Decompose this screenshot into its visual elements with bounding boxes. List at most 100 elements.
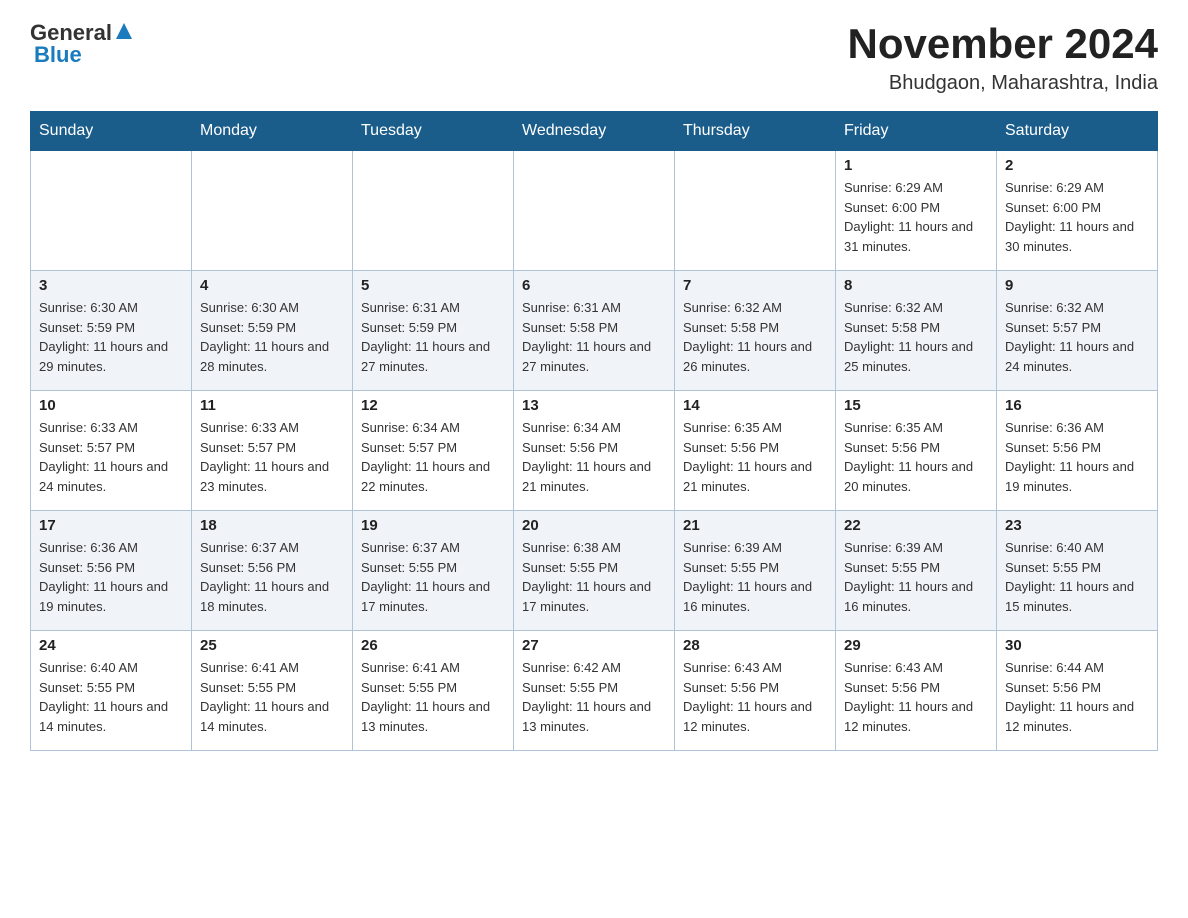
day-info: Sunrise: 6:32 AMSunset: 5:57 PMDaylight:… bbox=[1005, 298, 1149, 376]
day-number: 8 bbox=[844, 277, 988, 294]
day-number: 26 bbox=[361, 637, 505, 654]
location: Bhudgaon, Maharashtra, India bbox=[847, 72, 1158, 95]
calendar-cell: 1 Sunrise: 6:29 AMSunset: 6:00 PMDaylight… bbox=[836, 151, 997, 271]
calendar-cell: 20 Sunrise: 6:38 AMSunset: 5:55 PMDayligh… bbox=[514, 511, 675, 631]
calendar-cell: 16 Sunrise: 6:36 AMSunset: 5:56 PMDayligh… bbox=[997, 391, 1158, 511]
day-info: Sunrise: 6:30 AMSunset: 5:59 PMDaylight:… bbox=[200, 298, 344, 376]
page-header: General Blue November 2024 Bhudgaon, Mah… bbox=[30, 20, 1158, 95]
day-number: 2 bbox=[1005, 157, 1149, 174]
calendar-cell: 23Sunrise: 6:40 AMSunset: 5:55 PMDayligh… bbox=[997, 511, 1158, 631]
day-number: 5 bbox=[361, 277, 505, 294]
day-number: 20 bbox=[522, 517, 666, 534]
calendar-cell: 9 Sunrise: 6:32 AMSunset: 5:57 PMDaylight… bbox=[997, 271, 1158, 391]
calendar-table: SundayMondayTuesdayWednesdayThursdayFrid… bbox=[30, 111, 1158, 751]
day-number: 9 bbox=[1005, 277, 1149, 294]
calendar-cell: 19 Sunrise: 6:37 AMSunset: 5:55 PMDayligh… bbox=[353, 511, 514, 631]
day-info: Sunrise: 6:31 AMSunset: 5:58 PMDaylight:… bbox=[522, 298, 666, 376]
day-info: Sunrise: 6:36 AMSunset: 5:56 PMDaylight:… bbox=[1005, 418, 1149, 496]
day-number: 25 bbox=[200, 637, 344, 654]
calendar-cell: 11Sunrise: 6:33 AMSunset: 5:57 PMDayligh… bbox=[192, 391, 353, 511]
day-number: 23 bbox=[1005, 517, 1149, 534]
calendar-cell: 27Sunrise: 6:42 AMSunset: 5:55 PMDayligh… bbox=[514, 631, 675, 751]
day-info: Sunrise: 6:29 AMSunset: 6:00 PMDaylight:… bbox=[1005, 178, 1149, 256]
calendar-cell: 21 Sunrise: 6:39 AMSunset: 5:55 PMDayligh… bbox=[675, 511, 836, 631]
day-info: Sunrise: 6:40 AMSunset: 5:55 PMDaylight:… bbox=[39, 658, 183, 736]
calendar-cell: 25 Sunrise: 6:41 AMSunset: 5:55 PMDayligh… bbox=[192, 631, 353, 751]
calendar-cell: 5 Sunrise: 6:31 AMSunset: 5:59 PMDaylight… bbox=[353, 271, 514, 391]
day-info: Sunrise: 6:35 AMSunset: 5:56 PMDaylight:… bbox=[683, 418, 827, 496]
day-number: 16 bbox=[1005, 397, 1149, 414]
month-title: November 2024 bbox=[847, 20, 1158, 68]
calendar-cell: 13 Sunrise: 6:34 AMSunset: 5:56 PMDayligh… bbox=[514, 391, 675, 511]
calendar-cell: 6Sunrise: 6:31 AMSunset: 5:58 PMDaylight… bbox=[514, 271, 675, 391]
day-info: Sunrise: 6:43 AMSunset: 5:56 PMDaylight:… bbox=[844, 658, 988, 736]
day-info: Sunrise: 6:34 AMSunset: 5:57 PMDaylight:… bbox=[361, 418, 505, 496]
day-info: Sunrise: 6:43 AMSunset: 5:56 PMDaylight:… bbox=[683, 658, 827, 736]
calendar-cell: 26Sunrise: 6:41 AMSunset: 5:55 PMDayligh… bbox=[353, 631, 514, 751]
day-info: Sunrise: 6:41 AMSunset: 5:55 PMDaylight:… bbox=[200, 658, 344, 736]
day-number: 14 bbox=[683, 397, 827, 414]
calendar-cell bbox=[192, 151, 353, 271]
day-info: Sunrise: 6:34 AMSunset: 5:56 PMDaylight:… bbox=[522, 418, 666, 496]
weekday-header-saturday: Saturday bbox=[997, 112, 1158, 151]
day-number: 1 bbox=[844, 157, 988, 174]
day-info: Sunrise: 6:38 AMSunset: 5:55 PMDaylight:… bbox=[522, 538, 666, 616]
calendar-cell: 10 Sunrise: 6:33 AMSunset: 5:57 PMDayligh… bbox=[31, 391, 192, 511]
weekday-header-thursday: Thursday bbox=[675, 112, 836, 151]
calendar-cell: 17 Sunrise: 6:36 AMSunset: 5:56 PMDayligh… bbox=[31, 511, 192, 631]
day-number: 28 bbox=[683, 637, 827, 654]
day-number: 17 bbox=[39, 517, 183, 534]
day-number: 19 bbox=[361, 517, 505, 534]
weekday-header-friday: Friday bbox=[836, 112, 997, 151]
day-number: 7 bbox=[683, 277, 827, 294]
day-number: 29 bbox=[844, 637, 988, 654]
day-number: 30 bbox=[1005, 637, 1149, 654]
day-number: 27 bbox=[522, 637, 666, 654]
title-section: November 2024 Bhudgaon, Maharashtra, Ind… bbox=[847, 20, 1158, 95]
day-info: Sunrise: 6:36 AMSunset: 5:56 PMDaylight:… bbox=[39, 538, 183, 616]
day-number: 18 bbox=[200, 517, 344, 534]
calendar-cell: 4 Sunrise: 6:30 AMSunset: 5:59 PMDaylight… bbox=[192, 271, 353, 391]
calendar-cell bbox=[353, 151, 514, 271]
week-row-3: 10 Sunrise: 6:33 AMSunset: 5:57 PMDayligh… bbox=[31, 391, 1158, 511]
day-info: Sunrise: 6:30 AMSunset: 5:59 PMDaylight:… bbox=[39, 298, 183, 376]
week-row-5: 24Sunrise: 6:40 AMSunset: 5:55 PMDayligh… bbox=[31, 631, 1158, 751]
week-row-1: 1 Sunrise: 6:29 AMSunset: 6:00 PMDaylight… bbox=[31, 151, 1158, 271]
calendar-cell: 8 Sunrise: 6:32 AMSunset: 5:58 PMDaylight… bbox=[836, 271, 997, 391]
day-info: Sunrise: 6:33 AMSunset: 5:57 PMDaylight:… bbox=[39, 418, 183, 496]
weekday-header-wednesday: Wednesday bbox=[514, 112, 675, 151]
day-number: 15 bbox=[844, 397, 988, 414]
logo: General Blue bbox=[30, 20, 134, 68]
calendar-cell: 30Sunrise: 6:44 AMSunset: 5:56 PMDayligh… bbox=[997, 631, 1158, 751]
day-number: 22 bbox=[844, 517, 988, 534]
day-info: Sunrise: 6:39 AMSunset: 5:55 PMDaylight:… bbox=[844, 538, 988, 616]
calendar-cell bbox=[675, 151, 836, 271]
weekday-header-row: SundayMondayTuesdayWednesdayThursdayFrid… bbox=[31, 112, 1158, 151]
calendar-cell: 24Sunrise: 6:40 AMSunset: 5:55 PMDayligh… bbox=[31, 631, 192, 751]
calendar-cell: 29 Sunrise: 6:43 AMSunset: 5:56 PMDayligh… bbox=[836, 631, 997, 751]
weekday-header-monday: Monday bbox=[192, 112, 353, 151]
day-number: 13 bbox=[522, 397, 666, 414]
day-info: Sunrise: 6:32 AMSunset: 5:58 PMDaylight:… bbox=[683, 298, 827, 376]
day-number: 10 bbox=[39, 397, 183, 414]
calendar-cell: 18 Sunrise: 6:37 AMSunset: 5:56 PMDayligh… bbox=[192, 511, 353, 631]
week-row-4: 17 Sunrise: 6:36 AMSunset: 5:56 PMDayligh… bbox=[31, 511, 1158, 631]
day-info: Sunrise: 6:37 AMSunset: 5:55 PMDaylight:… bbox=[361, 538, 505, 616]
day-info: Sunrise: 6:32 AMSunset: 5:58 PMDaylight:… bbox=[844, 298, 988, 376]
calendar-cell bbox=[31, 151, 192, 271]
week-row-2: 3 Sunrise: 6:30 AMSunset: 5:59 PMDaylight… bbox=[31, 271, 1158, 391]
day-number: 21 bbox=[683, 517, 827, 534]
day-info: Sunrise: 6:31 AMSunset: 5:59 PMDaylight:… bbox=[361, 298, 505, 376]
weekday-header-tuesday: Tuesday bbox=[353, 112, 514, 151]
calendar-cell: 28 Sunrise: 6:43 AMSunset: 5:56 PMDayligh… bbox=[675, 631, 836, 751]
day-info: Sunrise: 6:37 AMSunset: 5:56 PMDaylight:… bbox=[200, 538, 344, 616]
day-info: Sunrise: 6:29 AMSunset: 6:00 PMDaylight:… bbox=[844, 178, 988, 256]
calendar-cell: 3 Sunrise: 6:30 AMSunset: 5:59 PMDaylight… bbox=[31, 271, 192, 391]
calendar-cell: 22 Sunrise: 6:39 AMSunset: 5:55 PMDayligh… bbox=[836, 511, 997, 631]
day-number: 3 bbox=[39, 277, 183, 294]
day-number: 11 bbox=[200, 397, 344, 414]
day-number: 4 bbox=[200, 277, 344, 294]
day-info: Sunrise: 6:39 AMSunset: 5:55 PMDaylight:… bbox=[683, 538, 827, 616]
calendar-cell: 7 Sunrise: 6:32 AMSunset: 5:58 PMDaylight… bbox=[675, 271, 836, 391]
logo-triangle-icon bbox=[114, 21, 134, 41]
